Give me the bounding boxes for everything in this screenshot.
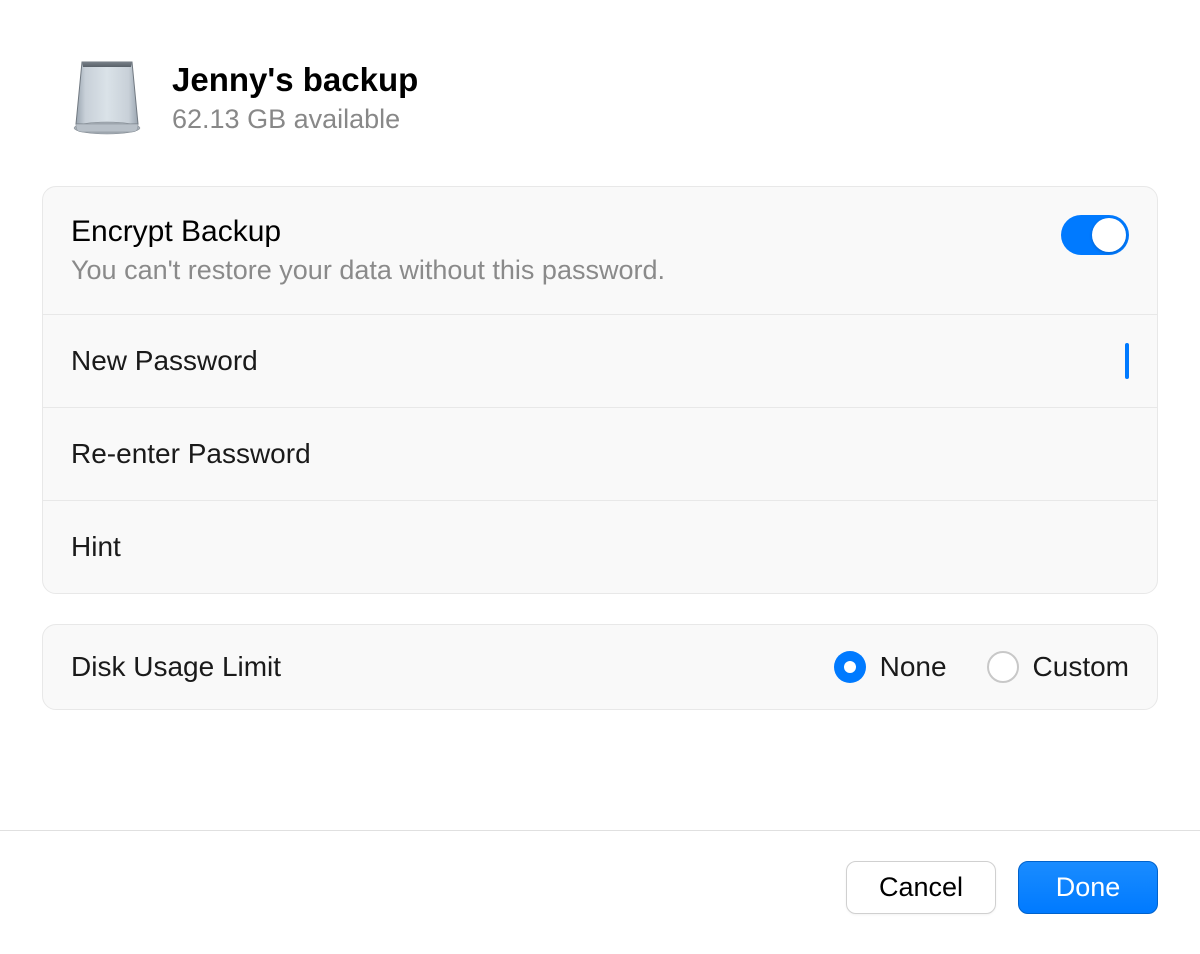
disk-available: 62.13 GB available	[172, 104, 418, 135]
encrypt-subtitle: You can't restore your data without this…	[71, 255, 665, 286]
encryption-panel: Encrypt Backup You can't restore your da…	[42, 186, 1158, 594]
toggle-knob	[1092, 218, 1126, 252]
radio-button-custom	[987, 651, 1019, 683]
radio-label-none: None	[880, 651, 947, 683]
new-password-label: New Password	[71, 345, 258, 377]
encrypt-title: Encrypt Backup	[71, 215, 665, 249]
radio-none[interactable]: None	[834, 651, 947, 683]
disk-usage-label: Disk Usage Limit	[71, 651, 281, 683]
radio-button-none	[834, 651, 866, 683]
reenter-password-label: Re-enter Password	[71, 438, 311, 470]
disk-name: Jenny's backup	[172, 60, 418, 100]
new-password-row[interactable]: New Password	[43, 315, 1157, 408]
disk-usage-row: Disk Usage Limit None Custom	[43, 625, 1157, 709]
reenter-password-input[interactable]	[729, 434, 1129, 474]
hint-label: Hint	[71, 531, 121, 563]
done-button[interactable]: Done	[1018, 861, 1158, 914]
external-disk-icon	[72, 60, 142, 136]
encrypt-toggle[interactable]	[1061, 215, 1129, 255]
new-password-input[interactable]	[729, 341, 1129, 381]
footer: Cancel Done	[0, 830, 1200, 954]
reenter-password-row[interactable]: Re-enter Password	[43, 408, 1157, 501]
hint-row[interactable]: Hint	[43, 501, 1157, 593]
disk-usage-panel: Disk Usage Limit None Custom	[42, 624, 1158, 710]
disk-header: Jenny's backup 62.13 GB available	[42, 60, 1158, 136]
disk-usage-radio-group: None Custom	[834, 651, 1129, 683]
encrypt-row: Encrypt Backup You can't restore your da…	[43, 187, 1157, 315]
radio-label-custom: Custom	[1033, 651, 1129, 683]
hint-input[interactable]	[729, 527, 1129, 567]
radio-custom[interactable]: Custom	[987, 651, 1129, 683]
cancel-button[interactable]: Cancel	[846, 861, 996, 914]
text-cursor	[1125, 343, 1129, 379]
